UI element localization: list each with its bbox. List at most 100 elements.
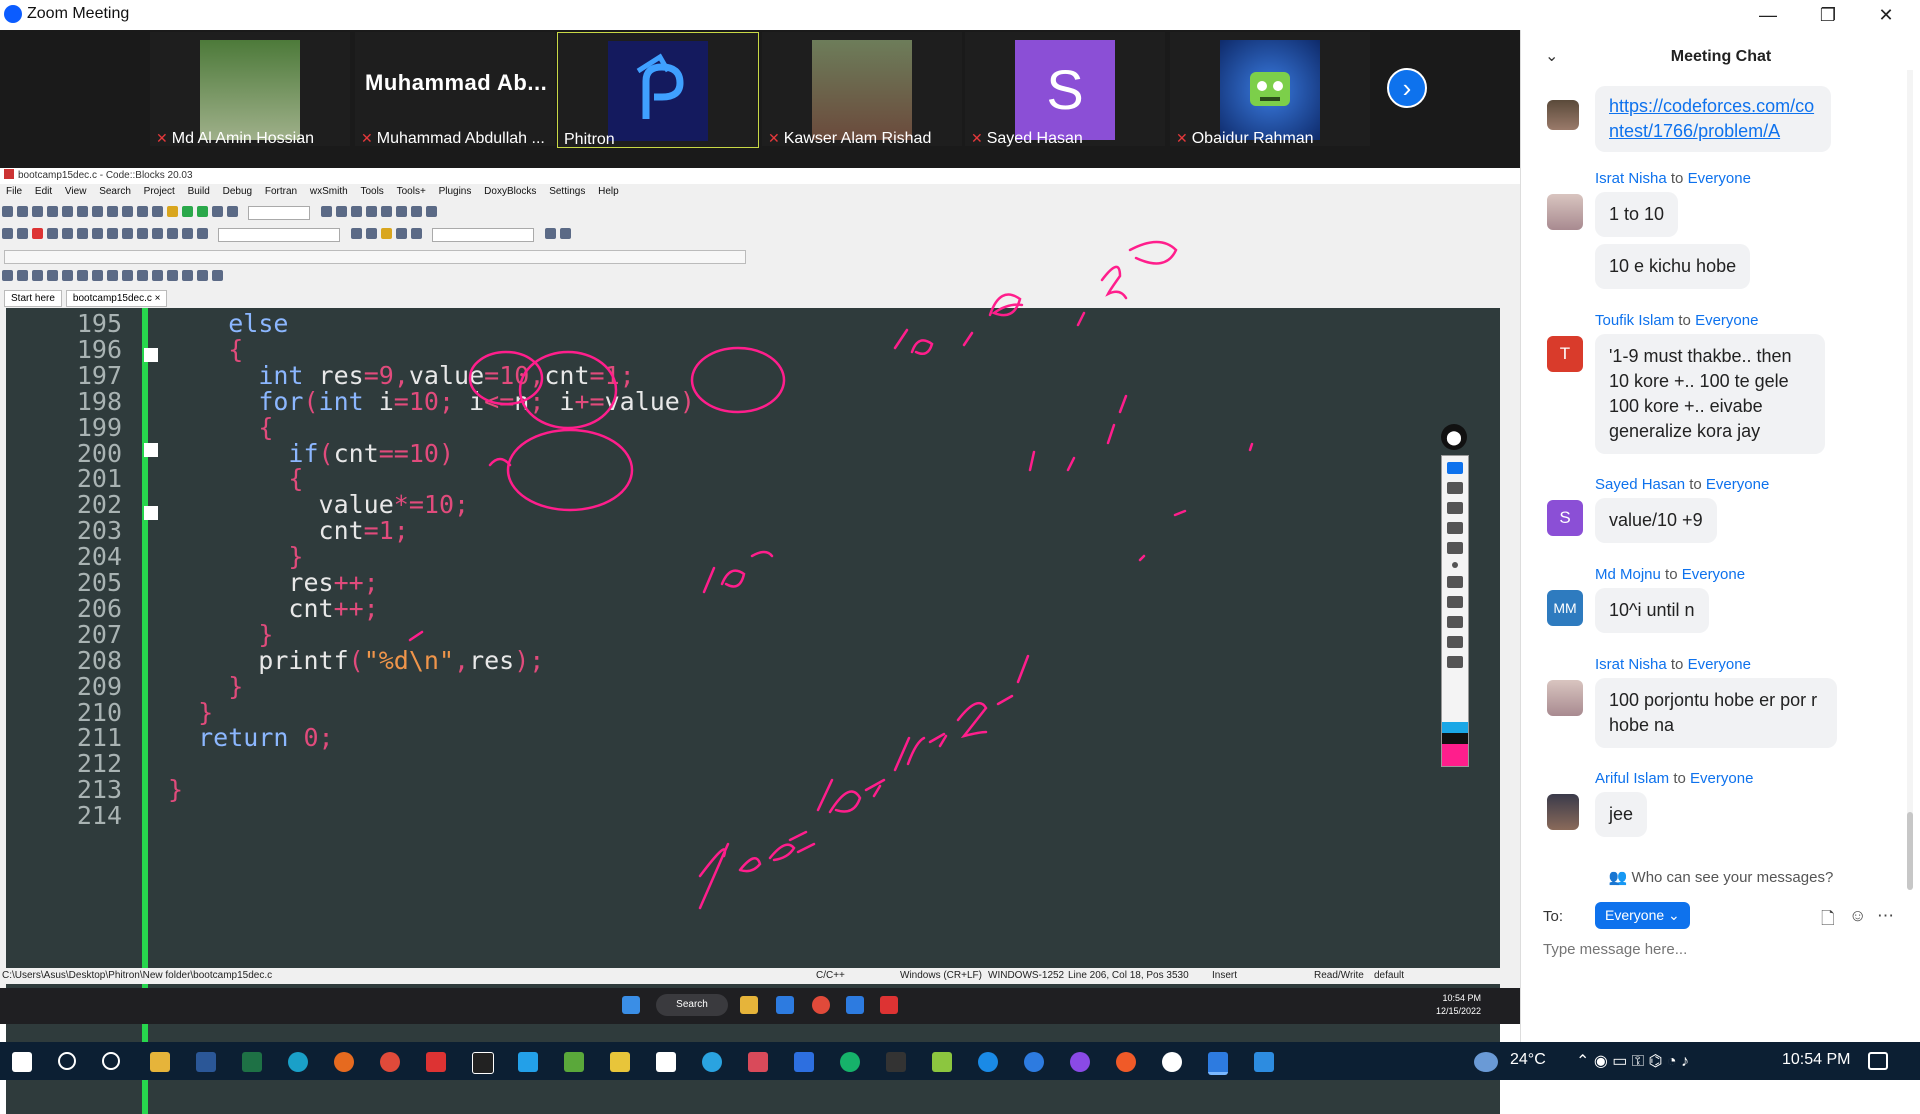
target-everyone[interactable]: Everyone bbox=[1690, 770, 1753, 787]
highlighter-icon[interactable] bbox=[1447, 522, 1463, 534]
restore-button[interactable]: ❐ bbox=[1800, 0, 1856, 30]
zoom-plus-icon[interactable] bbox=[167, 270, 178, 281]
regex-icon[interactable] bbox=[410, 228, 422, 239]
codeblocks-icon[interactable] bbox=[426, 1052, 446, 1072]
cortana-icon[interactable] bbox=[102, 1052, 120, 1070]
next-icon[interactable] bbox=[182, 228, 193, 239]
target-everyone[interactable]: Everyone bbox=[1695, 312, 1758, 329]
save-all-icon[interactable] bbox=[47, 206, 58, 217]
participant-tile[interactable]: Muhammad Ab... ✕ Muhammad Abdullah ... bbox=[355, 32, 555, 147]
pause-icon[interactable] bbox=[380, 206, 392, 217]
c-icon[interactable] bbox=[212, 270, 223, 281]
new-file-icon[interactable] bbox=[2, 206, 13, 217]
select-icon[interactable] bbox=[395, 228, 407, 239]
target-everyone[interactable]: Everyone bbox=[1688, 656, 1751, 673]
target-everyone[interactable]: Everyone bbox=[1688, 170, 1751, 187]
mail-icon[interactable] bbox=[776, 996, 794, 1014]
menu-fortran[interactable]: Fortran bbox=[265, 186, 297, 197]
postman-icon[interactable] bbox=[1116, 1052, 1136, 1072]
pen-icon[interactable] bbox=[1447, 502, 1463, 514]
highlight-icon[interactable] bbox=[380, 228, 392, 239]
search-combo[interactable] bbox=[432, 228, 535, 242]
box3-icon[interactable] bbox=[152, 270, 163, 281]
participant-tile-active[interactable]: Phitron bbox=[557, 32, 759, 148]
excel-icon[interactable] bbox=[242, 1052, 262, 1072]
menu-project[interactable]: Project bbox=[144, 186, 175, 197]
menu-doxyblocks[interactable]: DoxyBlocks bbox=[484, 186, 536, 197]
participant-tile[interactable]: ✕ Obaidur Rahman bbox=[1170, 32, 1370, 147]
windows-start-icon[interactable] bbox=[12, 1052, 32, 1072]
scope-select[interactable] bbox=[4, 250, 746, 264]
uncomment-icon[interactable] bbox=[107, 228, 118, 239]
emoji-icon[interactable]: ☺ bbox=[1849, 906, 1866, 926]
file-icon[interactable]: 🗋 bbox=[1821, 906, 1835, 935]
menu-tools[interactable]: Tools bbox=[360, 186, 383, 197]
git-icon[interactable] bbox=[610, 1052, 630, 1072]
sender-name[interactable]: Md Mojnu bbox=[1595, 566, 1661, 583]
weather-temp[interactable]: 24°C bbox=[1510, 1051, 1546, 1069]
notion-icon[interactable] bbox=[656, 1052, 676, 1072]
sender-name[interactable]: Sayed Hasan bbox=[1595, 476, 1685, 493]
minimize-button[interactable]: — bbox=[1740, 0, 1796, 30]
replace-icon[interactable] bbox=[152, 206, 163, 217]
zoom-in-icon[interactable] bbox=[544, 228, 556, 239]
messenger-icon[interactable] bbox=[1070, 1052, 1090, 1072]
participant-tile[interactable]: S ✕ Sayed Hasan bbox=[965, 32, 1165, 147]
prev-bookmark-icon[interactable] bbox=[47, 228, 58, 239]
redo-icon[interactable] bbox=[77, 206, 88, 217]
annotation-menu-icon[interactable]: ⬤ bbox=[1441, 424, 1467, 450]
clear-bookmarks-icon[interactable] bbox=[77, 228, 88, 239]
info-icon[interactable] bbox=[425, 206, 437, 217]
terminal-icon[interactable] bbox=[886, 1052, 906, 1072]
tab-start-here[interactable]: Start here bbox=[4, 290, 62, 307]
menu-search[interactable]: Search bbox=[99, 186, 131, 197]
menu-tools-plus[interactable]: Tools+ bbox=[397, 186, 426, 197]
eye-icon[interactable] bbox=[1447, 462, 1463, 474]
camera-icon[interactable] bbox=[1447, 636, 1463, 648]
spotlight-icon[interactable] bbox=[1452, 562, 1458, 568]
box2-icon[interactable] bbox=[137, 270, 148, 281]
windows-start-icon[interactable] bbox=[622, 996, 640, 1014]
app-icon[interactable] bbox=[1162, 1052, 1182, 1072]
more-icon[interactable]: ⋯ bbox=[1877, 906, 1894, 926]
participant-tile[interactable]: ✕ Kawser Alam Rishad bbox=[762, 32, 962, 147]
block-comment-icon[interactable] bbox=[122, 228, 133, 239]
codeblocks-taskbar-icon[interactable] bbox=[880, 996, 898, 1014]
copy-icon[interactable] bbox=[107, 206, 118, 217]
bar2-icon[interactable] bbox=[77, 270, 88, 281]
run-icon[interactable] bbox=[182, 206, 193, 217]
telegram-icon[interactable] bbox=[702, 1052, 722, 1072]
file-explorer-icon[interactable] bbox=[150, 1052, 170, 1072]
mail-icon[interactable] bbox=[1254, 1052, 1274, 1072]
prev-icon[interactable] bbox=[167, 228, 178, 239]
bar-icon[interactable] bbox=[62, 270, 73, 281]
maps-icon[interactable] bbox=[1024, 1052, 1044, 1072]
teams-icon[interactable] bbox=[978, 1052, 998, 1072]
recipient-dropdown[interactable]: Everyone ⌄ bbox=[1595, 902, 1690, 929]
bar3-icon[interactable] bbox=[92, 270, 103, 281]
chat-message-input[interactable] bbox=[1541, 940, 1895, 959]
record-icon[interactable] bbox=[197, 228, 208, 239]
undo-icon[interactable] bbox=[62, 206, 73, 217]
step-into-icon[interactable] bbox=[350, 206, 362, 217]
menu-settings[interactable]: Settings bbox=[549, 186, 585, 197]
menu-file[interactable]: File bbox=[6, 186, 22, 197]
build-target-select[interactable] bbox=[248, 206, 311, 220]
chrome-icon[interactable] bbox=[380, 1052, 400, 1072]
sender-name[interactable]: Ariful Islam bbox=[1595, 770, 1669, 787]
notification-icon[interactable] bbox=[1868, 1052, 1888, 1070]
tray-icons[interactable]: ⌃ ◉ ▭ ⚿ ⌬ ◔ ♪ bbox=[1576, 1051, 1689, 1071]
vscode-icon[interactable] bbox=[518, 1052, 538, 1072]
step-icon[interactable] bbox=[335, 206, 347, 217]
rebuild-icon[interactable] bbox=[212, 206, 223, 217]
grid-icon[interactable] bbox=[47, 270, 58, 281]
code-completion-select[interactable] bbox=[218, 228, 341, 242]
match-brace-icon[interactable] bbox=[137, 228, 148, 239]
target-everyone[interactable]: Everyone bbox=[1706, 476, 1769, 493]
arrow-left-icon[interactable] bbox=[350, 228, 362, 239]
pycharm-icon[interactable] bbox=[472, 1052, 494, 1074]
arrow-right-icon[interactable] bbox=[365, 228, 377, 239]
find-icon[interactable] bbox=[137, 206, 148, 217]
calendar-icon[interactable] bbox=[794, 1052, 814, 1072]
menu-edit[interactable]: Edit bbox=[35, 186, 52, 197]
